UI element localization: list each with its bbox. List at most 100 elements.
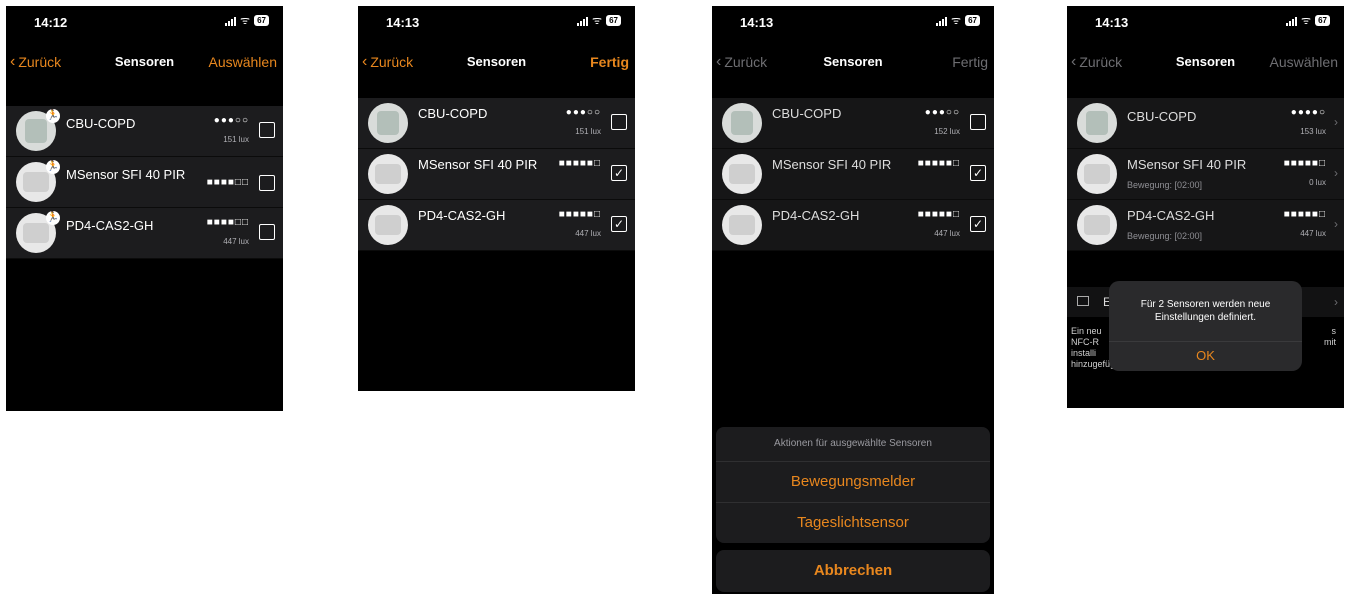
- sensor-image: [722, 154, 762, 194]
- sensor-name: PD4-CAS2-GH: [1127, 208, 1215, 223]
- status-time: 14:13: [740, 15, 774, 30]
- list-item[interactable]: CBU-COPD ●●●●○ 153 lux ›: [1067, 98, 1344, 149]
- screen-3: 14:13 ᯤ 67 ‹ Zurück Sensoren Fertig CBU-C…: [712, 6, 994, 594]
- list-item[interactable]: CBU-COPD ●●●○○ 151 lux: [358, 98, 635, 149]
- sensor-name: MSensor SFI 40 PIR: [66, 167, 186, 182]
- alert-message-line: Einstellungen definiert.: [1154, 312, 1257, 323]
- wifi-icon: ᯤ: [240, 14, 251, 27]
- signal-strength: ■■■■□□: [206, 217, 249, 228]
- footer-line: mit: [1324, 337, 1336, 347]
- sensor-image: [368, 154, 408, 194]
- list-item[interactable]: 🏃 PD4-CAS2-GH ■■■■□□ 447 lux: [6, 208, 283, 259]
- status-icons: ᯤ 67: [225, 15, 269, 26]
- alert-message: Für 2 Sensoren werden neue Einstellungen…: [1117, 298, 1294, 324]
- list-item[interactable]: MSensor SFI 40 PIR ■■■■■□ ✓: [712, 149, 994, 200]
- lux-value: 0 lux: [1309, 178, 1326, 187]
- signal-strength: ■■■■■□: [917, 209, 960, 220]
- daylight-sensor-option[interactable]: Tageslichtsensor: [716, 503, 990, 543]
- signal-strength: ■■■■■□: [1283, 209, 1326, 220]
- sensor-image: [722, 205, 762, 245]
- sensor-name: CBU-COPD: [418, 106, 488, 121]
- motion-setting: Bewegung: [02:00]: [1127, 180, 1203, 190]
- wifi-icon: ᯤ: [592, 14, 603, 27]
- signal-strength: ●●●○○: [213, 115, 249, 126]
- sensor-list: 🏃 CBU-COPD ●●●○○ 151 lux 🏃 MSensor SFI 4…: [6, 106, 283, 259]
- motion-icon: 🏃: [46, 109, 60, 123]
- select-checkbox[interactable]: [970, 114, 986, 130]
- list-item[interactable]: MSensor SFI 40 PIR Bewegung: [02:00] ■■■…: [1067, 149, 1344, 200]
- list-item[interactable]: PD4-CAS2-GH Bewegung: [02:00] ■■■■■□ 447…: [1067, 200, 1344, 251]
- select-checkbox[interactable]: ✓: [970, 165, 986, 181]
- status-time: 14:12: [34, 15, 68, 30]
- sensor-list: CBU-COPD ●●●●○ 153 lux › MSensor SFI 40 …: [1067, 98, 1344, 251]
- cancel-button[interactable]: Abbrechen: [716, 550, 990, 592]
- sensor-name: PD4-CAS2-GH: [66, 218, 154, 233]
- select-checkbox[interactable]: [259, 175, 275, 191]
- motion-icon: 🏃: [46, 211, 60, 225]
- image-icon: [1077, 296, 1089, 306]
- sensor-list: CBU-COPD ●●●○○ 151 lux MSensor SFI 40 PI…: [358, 98, 635, 251]
- status-icons: ᯤ 67: [1286, 15, 1330, 26]
- status-bar: 14:13 ᯤ 67: [1067, 6, 1344, 36]
- list-item[interactable]: PD4-CAS2-GH ■■■■■□ 447 lux ✓: [712, 200, 994, 251]
- alert-dialog: Für 2 Sensoren werden neue Einstellungen…: [1109, 281, 1302, 371]
- nav-bar: ‹ Zurück Sensoren Auswählen: [1067, 48, 1344, 71]
- chevron-right-icon: ›: [1334, 115, 1338, 129]
- lux-value: 153 lux: [1300, 127, 1326, 136]
- screen-2: 14:13 ᯤ 67 ‹ Zurück Sensoren Fertig CBU-C…: [358, 6, 635, 391]
- ok-button[interactable]: OK: [1109, 341, 1302, 372]
- lux-value: 151 lux: [575, 127, 601, 136]
- done-button[interactable]: Fertig: [590, 54, 629, 70]
- select-checkbox[interactable]: ✓: [611, 165, 627, 181]
- sensor-image: [722, 103, 762, 143]
- status-bar: 14:12 ᯤ 67: [6, 6, 283, 36]
- signal-strength: ■■■■■□: [1283, 158, 1326, 169]
- sensor-name: PD4-CAS2-GH: [418, 208, 506, 223]
- select-checkbox[interactable]: ✓: [970, 216, 986, 232]
- chevron-right-icon: ›: [1334, 295, 1338, 309]
- done-button[interactable]: Fertig: [952, 54, 988, 70]
- sensor-image: [368, 103, 408, 143]
- status-bar: 14:13 ᯤ 67: [358, 6, 635, 36]
- list-item[interactable]: 🏃 MSensor SFI 40 PIR ■■■■□□: [6, 157, 283, 208]
- select-checkbox[interactable]: [259, 122, 275, 138]
- sensor-name: CBU-COPD: [772, 106, 842, 121]
- screen-4: 14:13 ᯤ 67 ‹ Zurück Sensoren Auswählen CB…: [1067, 6, 1344, 408]
- chevron-right-icon: ›: [1334, 217, 1338, 231]
- sensor-list: CBU-COPD ●●●○○ 152 lux MSensor SFI 40 PI…: [712, 98, 994, 251]
- sensor-image: [1077, 103, 1117, 143]
- motion-sensor-option[interactable]: Bewegungsmelder: [716, 462, 990, 503]
- sensor-image: [1077, 205, 1117, 245]
- cellular-signal-icon: [577, 16, 589, 26]
- sensor-name: MSensor SFI 40 PIR: [1127, 157, 1247, 172]
- lux-value: 447 lux: [1300, 229, 1326, 238]
- select-button[interactable]: Auswählen: [1270, 54, 1339, 70]
- lux-value: 152 lux: [934, 127, 960, 136]
- select-checkbox[interactable]: ✓: [611, 216, 627, 232]
- cellular-signal-icon: [225, 16, 237, 26]
- status-icons: ᯤ 67: [936, 15, 980, 26]
- status-icons: ᯤ 67: [577, 15, 621, 26]
- select-checkbox[interactable]: [259, 224, 275, 240]
- nav-bar: ‹ Zurück Sensoren Fertig: [358, 48, 635, 71]
- action-sheet-title: Aktionen für ausgewählte Sensoren: [716, 427, 990, 462]
- footer-line: s: [1331, 326, 1337, 336]
- battery-icon: 67: [1315, 15, 1330, 26]
- alert-message-line: Für 2 Sensoren werden neue: [1140, 299, 1271, 310]
- select-checkbox[interactable]: [611, 114, 627, 130]
- sensor-name: MSensor SFI 40 PIR: [418, 157, 538, 172]
- sensor-name: PD4-CAS2-GH: [772, 208, 860, 223]
- signal-strength: ●●●●○: [1290, 107, 1326, 118]
- signal-strength: ■■■■□□: [206, 177, 249, 188]
- signal-strength: ■■■■■□: [558, 158, 601, 169]
- list-item[interactable]: CBU-COPD ●●●○○ 152 lux: [712, 98, 994, 149]
- select-button[interactable]: Auswählen: [209, 54, 278, 70]
- lux-value: 151 lux: [223, 135, 249, 144]
- list-item[interactable]: MSensor SFI 40 PIR ■■■■■□ ✓: [358, 149, 635, 200]
- lux-value: 447 lux: [934, 229, 960, 238]
- wifi-icon: ᯤ: [951, 14, 962, 27]
- list-item[interactable]: PD4-CAS2-GH ■■■■■□ 447 lux ✓: [358, 200, 635, 251]
- list-item[interactable]: 🏃 CBU-COPD ●●●○○ 151 lux: [6, 106, 283, 157]
- signal-strength: ●●●○○: [565, 107, 601, 118]
- battery-icon: 67: [965, 15, 980, 26]
